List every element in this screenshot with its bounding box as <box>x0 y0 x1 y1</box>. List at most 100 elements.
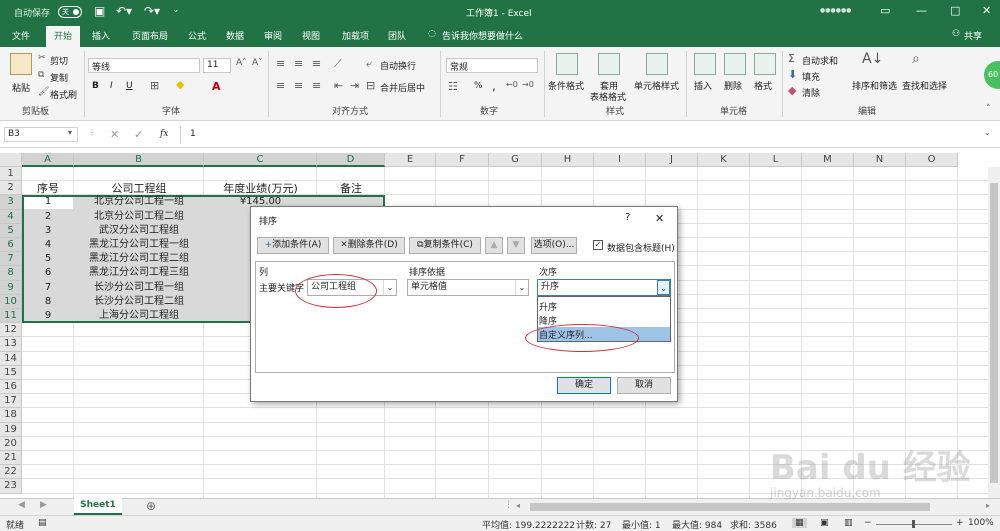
increase-indent-icon[interactable]: ⇥ <box>350 79 359 92</box>
tab-home[interactable]: 开始 <box>46 26 81 47</box>
row-header-9[interactable]: 9 <box>0 280 22 295</box>
save-icon[interactable]: ▣ <box>94 4 105 18</box>
redo-icon[interactable]: ↷▾ <box>144 4 160 18</box>
data-cell[interactable]: 长沙分公司工程一组 <box>74 281 204 295</box>
autosave-toggle[interactable]: 关 <box>58 6 82 18</box>
header-cell[interactable]: 公司工程组 <box>74 182 204 196</box>
row-header-3[interactable]: 3 <box>0 195 22 210</box>
find-select-button[interactable]: 查找和选择 <box>902 79 947 92</box>
user-account[interactable]: ●●●●●● <box>820 7 851 14</box>
delete-cells-icon[interactable] <box>724 53 746 75</box>
tab-review[interactable]: 审阅 <box>264 29 282 42</box>
dialog-close-button[interactable]: ✕ <box>655 212 664 225</box>
row-header-7[interactable]: 7 <box>0 252 22 267</box>
row-header-15[interactable]: 15 <box>0 365 22 380</box>
clear-button[interactable]: 清除 <box>802 86 820 99</box>
row-header-23[interactable]: 23 <box>0 479 22 494</box>
order-option-ascending[interactable]: 升序 <box>539 300 557 313</box>
collapse-ribbon-icon[interactable]: ˄ <box>986 104 991 114</box>
column-header-l[interactable]: L <box>750 153 802 167</box>
decrease-indent-icon[interactable]: ⇤ <box>334 79 343 92</box>
row-header-14[interactable]: 14 <box>0 351 22 366</box>
bold-button[interactable]: B <box>92 81 99 91</box>
column-header-d[interactable]: D <box>317 153 385 167</box>
tab-insert[interactable]: 插入 <box>92 29 110 42</box>
insert-cells-button[interactable]: 插入 <box>694 79 712 92</box>
data-cell[interactable]: 6 <box>22 266 74 280</box>
row-header-5[interactable]: 5 <box>0 223 22 238</box>
fill-color-icon[interactable]: ◆ <box>176 78 184 91</box>
column-header-h[interactable]: H <box>542 153 594 167</box>
underline-button[interactable]: U <box>126 81 133 91</box>
delete-level-button[interactable]: ✕删除条件(D) <box>333 237 405 254</box>
row-header-13[interactable]: 13 <box>0 337 22 352</box>
zoom-in-icon[interactable]: + <box>956 518 964 528</box>
row-header-11[interactable]: 11 <box>0 309 22 324</box>
data-cell[interactable]: 5 <box>22 252 74 266</box>
font-grow-icon[interactable]: A˄ <box>236 58 247 68</box>
help-button[interactable]: ? <box>625 212 630 223</box>
align-center-icon[interactable]: ≡ <box>294 79 303 92</box>
data-cell[interactable]: 黑龙江分公司工程三组 <box>74 266 204 280</box>
sort-on-select[interactable]: 单元格值 ⌄ <box>407 279 529 296</box>
conditional-format-icon[interactable] <box>556 53 578 75</box>
name-box[interactable]: B3 <box>4 127 78 142</box>
font-color-button[interactable]: A <box>212 80 221 93</box>
order-select[interactable]: 升序 ⌄ <box>537 279 671 296</box>
align-top-icon[interactable]: ≡ <box>276 57 285 70</box>
column-header-k[interactable]: K <box>698 153 750 167</box>
sheet-tab-sheet1[interactable]: Sheet1 <box>74 498 122 515</box>
vertical-scroll-thumb[interactable] <box>990 183 998 483</box>
header-cell[interactable]: 序号 <box>22 182 74 196</box>
header-cell[interactable]: 年度业绩(万元) <box>204 182 317 196</box>
options-button[interactable]: 选项(O)... <box>531 237 577 254</box>
undo-icon[interactable]: ↶▾ <box>116 4 132 18</box>
align-right-icon[interactable]: ≡ <box>312 79 321 92</box>
row-header-17[interactable]: 17 <box>0 394 22 409</box>
customize-qat-icon[interactable]: ⌄ <box>172 5 180 15</box>
data-cell[interactable]: 7 <box>22 281 74 295</box>
delete-cells-button[interactable]: 删除 <box>724 79 742 92</box>
data-cell[interactable]: 1 <box>22 195 74 209</box>
row-header-4[interactable]: 4 <box>0 209 22 224</box>
column-header-i[interactable]: I <box>594 153 646 167</box>
orientation-icon[interactable]: ⟋ <box>334 57 342 71</box>
data-cell[interactable]: 8 <box>22 295 74 309</box>
share-button[interactable]: 共享 <box>964 29 982 42</box>
format-painter-button[interactable]: 格式刷 <box>50 88 77 101</box>
data-cell[interactable]: 武汉分公司工程组 <box>74 224 204 238</box>
autosum-button[interactable]: 自动求和 <box>802 54 838 67</box>
tell-me-box[interactable]: 告诉我你想要做什么 <box>442 29 523 42</box>
column-header-o[interactable]: O <box>906 153 958 167</box>
tab-formulas[interactable]: 公式 <box>188 29 206 42</box>
zoom-level[interactable]: 100% <box>968 518 994 528</box>
move-up-button[interactable]: ▲ <box>485 237 503 254</box>
decrease-decimal-icon[interactable]: →0 <box>522 80 534 89</box>
column-header-m[interactable]: M <box>802 153 854 167</box>
macro-record-icon[interactable]: ▤ <box>38 518 47 528</box>
add-sheet-button[interactable]: ⊕ <box>146 499 156 513</box>
column-header-j[interactable]: J <box>646 153 698 167</box>
row-header-22[interactable]: 22 <box>0 465 22 480</box>
wrap-text-button[interactable]: 自动换行 <box>380 59 416 72</box>
scroll-right-icon[interactable]: ▶ <box>40 500 47 510</box>
scroll-left-icon[interactable]: ◀ <box>18 500 25 510</box>
tab-view[interactable]: 视图 <box>302 29 320 42</box>
column-header-a[interactable]: A <box>22 153 74 167</box>
row-header-18[interactable]: 18 <box>0 408 22 423</box>
increase-decimal-icon[interactable]: ←0 <box>506 80 518 89</box>
move-down-button[interactable]: ▼ <box>507 237 525 254</box>
font-size-box[interactable]: 11 <box>203 58 231 73</box>
tab-page-layout[interactable]: 页面布局 <box>132 29 168 42</box>
hscroll-right-icon[interactable]: ▸ <box>986 501 990 510</box>
page-layout-view-icon[interactable]: ▣ <box>820 518 829 528</box>
data-cell[interactable]: 2 <box>22 210 74 224</box>
align-middle-icon[interactable]: ≡ <box>294 57 303 70</box>
row-header-2[interactable]: 2 <box>0 181 22 196</box>
data-cell[interactable]: 9 <box>22 309 74 323</box>
copy-level-button[interactable]: ⧉复制条件(C) <box>409 237 481 254</box>
hscroll-left-icon[interactable]: ◂ <box>516 501 520 510</box>
font-name-box[interactable]: 等线 <box>88 58 200 73</box>
borders-icon[interactable]: ⊞ <box>150 79 159 92</box>
cancel-button[interactable]: 取消 <box>617 377 671 394</box>
